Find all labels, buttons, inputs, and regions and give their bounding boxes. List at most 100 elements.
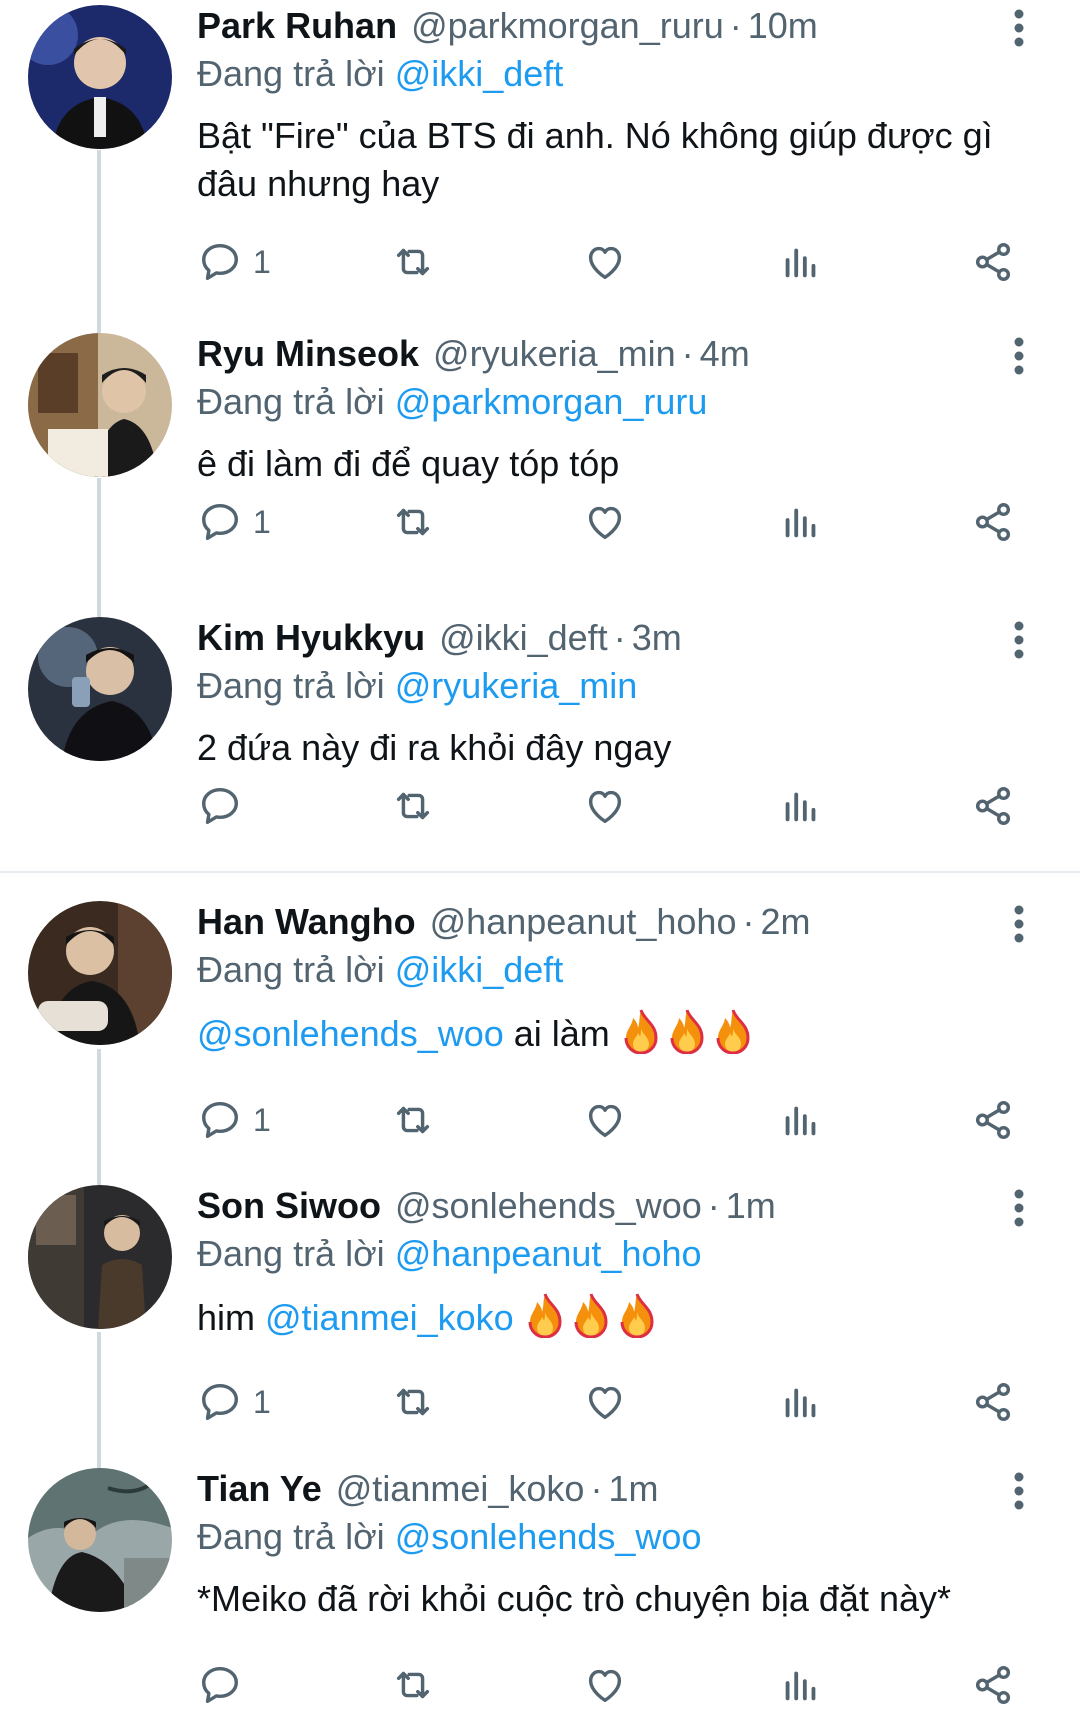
tweet-text: *Meiko đã rời khỏi cuộc trò chuyện bịa đ… [197, 1578, 952, 1619]
tweet-header: Tian Ye @tianmei_koko · 1m [197, 1468, 659, 1509]
replying-to: Đang trả lời @ikki_deft [197, 949, 564, 990]
like-button[interactable] [582, 1372, 628, 1432]
timestamp[interactable]: 1m [608, 1468, 658, 1509]
display-name[interactable]: Ryu Minseok [197, 333, 419, 374]
reply-mention-link[interactable]: @parkmorgan_ruru [395, 381, 708, 422]
avatar[interactable] [28, 333, 172, 477]
tweet[interactable]: Son Siwoo @sonlehends_woo · 1m Đang trả lời… [0, 1180, 1080, 1470]
user-handle[interactable]: @ryukeria_min [433, 333, 676, 374]
display-name[interactable]: Park Ruhan [197, 5, 397, 46]
retweet-icon [396, 248, 430, 276]
timestamp[interactable]: 4m [700, 333, 750, 374]
retweet-button[interactable] [390, 1372, 436, 1432]
more-options-icon[interactable] [1004, 336, 1034, 376]
user-handle[interactable]: @parkmorgan_ruru [411, 5, 724, 46]
retweet-button[interactable] [390, 232, 436, 292]
share-icon [975, 1101, 1011, 1139]
user-handle[interactable]: @tianmei_koko [336, 1468, 585, 1509]
tweet[interactable]: Han Wangho @hanpeanut_hoho · 2m Đang trả lờ… [0, 896, 1080, 1186]
reply-button[interactable]: 1 [197, 1090, 271, 1150]
retweet-button[interactable] [390, 1090, 436, 1150]
share-icon [975, 503, 1011, 541]
share-button[interactable] [970, 1372, 1016, 1432]
reply-mention-link[interactable]: @ikki_deft [395, 949, 564, 990]
share-button[interactable] [970, 776, 1016, 836]
mention-link[interactable]: @sonlehends_woo [197, 1013, 504, 1054]
reply-icon [201, 503, 239, 541]
avatar[interactable] [28, 1185, 172, 1329]
analytics-button[interactable] [778, 1090, 824, 1150]
user-handle[interactable]: @hanpeanut_hoho [430, 901, 737, 942]
analytics-button[interactable] [778, 492, 824, 552]
avatar[interactable] [28, 5, 172, 149]
like-button[interactable] [582, 492, 628, 552]
avatar[interactable] [28, 1468, 172, 1612]
reply-button[interactable] [197, 1655, 253, 1715]
reply-count: 1 [253, 1383, 271, 1420]
retweet-icon [396, 1388, 430, 1416]
more-options-icon[interactable] [1004, 904, 1034, 944]
retweet-button[interactable] [390, 492, 436, 552]
timestamp[interactable]: 1m [726, 1185, 776, 1226]
more-options-icon[interactable] [1004, 1471, 1034, 1511]
analytics-button[interactable] [778, 776, 824, 836]
tweet[interactable]: Tian Ye @tianmei_koko · 1m Đang trả lời @so… [0, 1463, 1080, 1717]
like-button[interactable] [582, 1090, 628, 1150]
share-icon [975, 1666, 1011, 1704]
display-name[interactable]: Han Wangho [197, 901, 416, 942]
reply-mention-link[interactable]: @ryukeria_min [395, 665, 638, 706]
analytics-icon [785, 1671, 816, 1701]
display-name[interactable]: Tian Ye [197, 1468, 322, 1509]
timestamp[interactable]: 3m [632, 617, 682, 658]
reply-button[interactable]: 1 [197, 232, 271, 292]
tweet-header: Park Ruhan @parkmorgan_ruru · 10m [197, 5, 818, 46]
user-handle[interactable]: @ikki_deft [439, 617, 608, 658]
action-bar: 1 [0, 1090, 1080, 1150]
more-options-icon[interactable] [1004, 8, 1034, 48]
display-name[interactable]: Kim Hyukkyu [197, 617, 425, 658]
more-options-icon[interactable] [1004, 620, 1034, 660]
tweet[interactable]: Ryu Minseok @ryukeria_min · 4m Đang trả lời… [0, 328, 1080, 618]
reply-mention-link[interactable]: @sonlehends_woo [395, 1516, 702, 1557]
tweet[interactable]: Kim Hyukkyu @ikki_deft · 3m Đang trả lời @r… [0, 612, 1080, 872]
reply-button[interactable]: 1 [197, 492, 271, 552]
retweet-icon [396, 1106, 430, 1134]
tweet[interactable]: Park Ruhan @parkmorgan_ruru · 10m Đang trả … [0, 0, 1080, 300]
heart-icon [588, 246, 622, 280]
share-button[interactable] [970, 232, 1016, 292]
more-options-icon[interactable] [1004, 1188, 1034, 1228]
like-button[interactable] [582, 232, 628, 292]
like-button[interactable] [582, 776, 628, 836]
retweet-button[interactable] [390, 1655, 436, 1715]
tweet-header: Kim Hyukkyu @ikki_deft · 3m [197, 617, 682, 658]
analytics-button[interactable] [778, 1655, 824, 1715]
action-bar: 1 [0, 492, 1080, 552]
share-button[interactable] [970, 492, 1016, 552]
avatar[interactable] [28, 901, 172, 1045]
replying-to: Đang trả lời @parkmorgan_ruru [197, 381, 708, 422]
analytics-icon [785, 792, 816, 822]
heart-icon [588, 506, 622, 540]
analytics-button[interactable] [778, 1372, 824, 1432]
timestamp[interactable]: 2m [760, 901, 810, 942]
reply-button[interactable]: 1 [197, 1372, 271, 1432]
analytics-button[interactable] [778, 232, 824, 292]
heart-icon [588, 790, 622, 824]
mention-link[interactable]: @tianmei_koko [265, 1297, 514, 1338]
like-button[interactable] [582, 1655, 628, 1715]
avatar[interactable] [28, 617, 172, 761]
display-name[interactable]: Son Siwoo [197, 1185, 381, 1226]
retweet-button[interactable] [390, 776, 436, 836]
reply-mention-link[interactable]: @ikki_deft [395, 53, 564, 94]
user-handle[interactable]: @sonlehends_woo [395, 1185, 702, 1226]
reply-icon [201, 1101, 239, 1139]
replying-to: Đang trả lời @hanpeanut_hoho [197, 1233, 702, 1274]
share-button[interactable] [970, 1655, 1016, 1715]
share-button[interactable] [970, 1090, 1016, 1150]
reply-button[interactable] [197, 776, 253, 836]
share-icon [975, 1383, 1011, 1421]
replying-to: Đang trả lời @ryukeria_min [197, 665, 638, 706]
reply-mention-link[interactable]: @hanpeanut_hoho [395, 1233, 702, 1274]
tweet-header: Han Wangho @hanpeanut_hoho · 2m [197, 901, 811, 942]
timestamp[interactable]: 10m [748, 5, 818, 46]
